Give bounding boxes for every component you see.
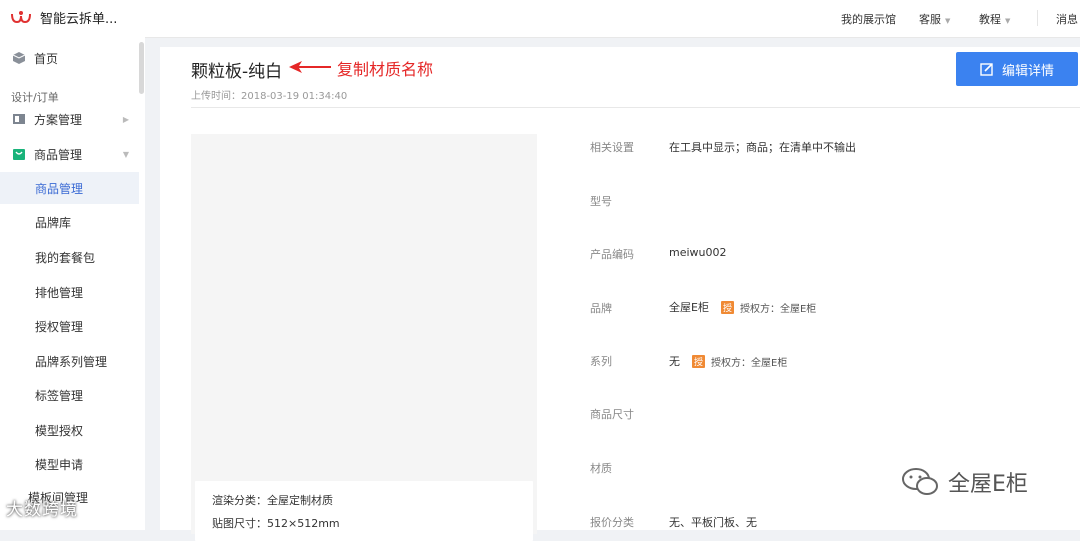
page-title: 颗粒板-纯白	[191, 62, 283, 82]
sidebar-subitem-exclusive[interactable]: 排他管理	[0, 276, 139, 308]
top-link-service[interactable]: 客服 ▼	[919, 11, 950, 27]
authorizer-text: 授权方：全屋E柜	[711, 357, 788, 369]
prop-label-model: 型号	[590, 195, 612, 208]
sidebar-scrollbar[interactable]	[139, 42, 144, 94]
watermark-left: 大数跨境	[6, 500, 78, 520]
prop-label-settings: 相关设置	[590, 141, 634, 154]
sidebar-item-label: 授权管理	[35, 319, 84, 334]
top-link-tutorial[interactable]: 教程 ▼	[979, 11, 1010, 27]
upload-time: 上传时间：2018-03-19 01:34:40	[191, 91, 348, 102]
render-category: 渲染分类：全屋定制材质	[212, 494, 333, 507]
sidebar-item-label: 标签管理	[35, 388, 84, 403]
shopping-bag-icon	[12, 147, 26, 161]
caret-down-icon: ▼	[1005, 17, 1011, 25]
prop-label-code: 产品编码	[590, 248, 634, 261]
sidebar-subitem-brand-series[interactable]: 品牌系列管理	[0, 345, 139, 377]
sidebar-subitem-products[interactable]: 商品管理	[0, 172, 139, 204]
authorized-badge-icon: 授	[692, 354, 705, 368]
sidebar-item-label: 模型申请	[35, 457, 84, 472]
prop-value-quote-category: 无、平板门板、无	[669, 516, 757, 529]
watermark-right: 全屋E柜	[900, 466, 1028, 498]
image-info-card: 渲染分类：全屋定制材质 贴图尺寸：512×512mm	[195, 481, 533, 541]
sidebar-subitem-model-auth[interactable]: 模型授权	[0, 414, 139, 446]
caret-down-icon: ▼	[945, 17, 951, 25]
top-divider	[1037, 10, 1038, 26]
edit-details-button[interactable]: 编辑详情	[956, 52, 1078, 86]
material-preview-image	[191, 134, 537, 534]
sidebar-item-label: 品牌系列管理	[35, 354, 108, 369]
prop-value-settings: 在工具中显示；商品；在清单中不输出	[669, 141, 856, 154]
top-link-label: 教程	[979, 13, 1001, 26]
brand-name: 全屋E柜	[669, 301, 709, 314]
prop-label-size: 商品尺寸	[590, 408, 634, 421]
sidebar-item-plans[interactable]: 方案管理 ▶	[0, 103, 139, 135]
prop-value-brand: 全屋E柜 授 授权方：全屋E柜	[669, 299, 816, 315]
sidebar-item-label: 商品管理	[34, 147, 83, 162]
top-link-showroom[interactable]: 我的展示馆	[841, 11, 896, 27]
texture-size: 贴图尺寸：512×512mm	[212, 517, 340, 530]
annotation-arrow-icon	[289, 61, 331, 73]
chevron-right-icon: ▶	[122, 114, 129, 124]
top-link-label: 客服	[919, 13, 941, 26]
prop-value-series: 无 授 授权方：全屋E柜	[669, 353, 787, 369]
authorized-badge-icon: 授	[720, 300, 734, 314]
plan-icon	[12, 112, 26, 126]
edit-button-label: 编辑详情	[1001, 63, 1054, 79]
series-name: 无	[669, 355, 680, 368]
sidebar-item-home[interactable]: 首页	[0, 42, 139, 74]
sidebar-item-label: 方案管理	[34, 112, 83, 127]
edit-icon	[980, 63, 993, 76]
sidebar: 智能云拆单... 首页 设计/订单 方案管理 ▶ 商品管理 ▼ 商品管理 品牌库…	[0, 0, 145, 530]
top-bar: 我的展示馆 客服 ▼ 教程 ▼ 消息	[145, 0, 1080, 38]
sidebar-subitem-authorization[interactable]: 授权管理	[0, 310, 139, 342]
watermark-brand: 全屋E柜	[948, 472, 1028, 497]
wechat-icon	[902, 468, 938, 495]
sidebar-subitem-tags[interactable]: 标签管理	[0, 379, 139, 411]
home-cube-icon	[12, 51, 26, 65]
sidebar-subitem-packages[interactable]: 我的套餐包	[0, 241, 139, 273]
authorizer-text: 授权方：全屋E柜	[739, 303, 817, 315]
app-name: 智能云拆单...	[40, 11, 118, 27]
sidebar-item-label: 首页	[34, 51, 59, 66]
top-link-messages[interactable]: 消息	[1056, 11, 1078, 27]
product-detail-panel: 颗粒板-纯白 复制材质名称 上传时间：2018-03-19 01:34:40 编…	[160, 47, 1080, 541]
sidebar-item-label: 排他管理	[35, 285, 84, 300]
prop-label-series: 系列	[590, 355, 612, 368]
annotation-text: 复制材质名称	[337, 60, 434, 79]
sidebar-subitem-model-request[interactable]: 模型申请	[0, 448, 139, 480]
prop-label-brand: 品牌	[590, 302, 612, 315]
prop-value-code: meiwu002	[669, 246, 727, 259]
sidebar-subitem-brands[interactable]: 品牌库	[0, 206, 139, 238]
prop-label-quote-category: 报价分类	[590, 516, 634, 529]
sidebar-item-products[interactable]: 商品管理 ▼	[0, 138, 139, 170]
sidebar-item-label: 模型授权	[35, 423, 84, 438]
sidebar-item-label: 品牌库	[35, 215, 72, 230]
chevron-down-icon: ▼	[122, 149, 129, 159]
header-divider	[191, 107, 1080, 108]
sidebar-item-label: 我的套餐包	[35, 250, 96, 265]
prop-label-material: 材质	[590, 462, 612, 475]
brand[interactable]: 智能云拆单...	[10, 5, 117, 29]
app-logo-icon	[11, 11, 31, 24]
sidebar-item-label: 商品管理	[35, 181, 84, 196]
